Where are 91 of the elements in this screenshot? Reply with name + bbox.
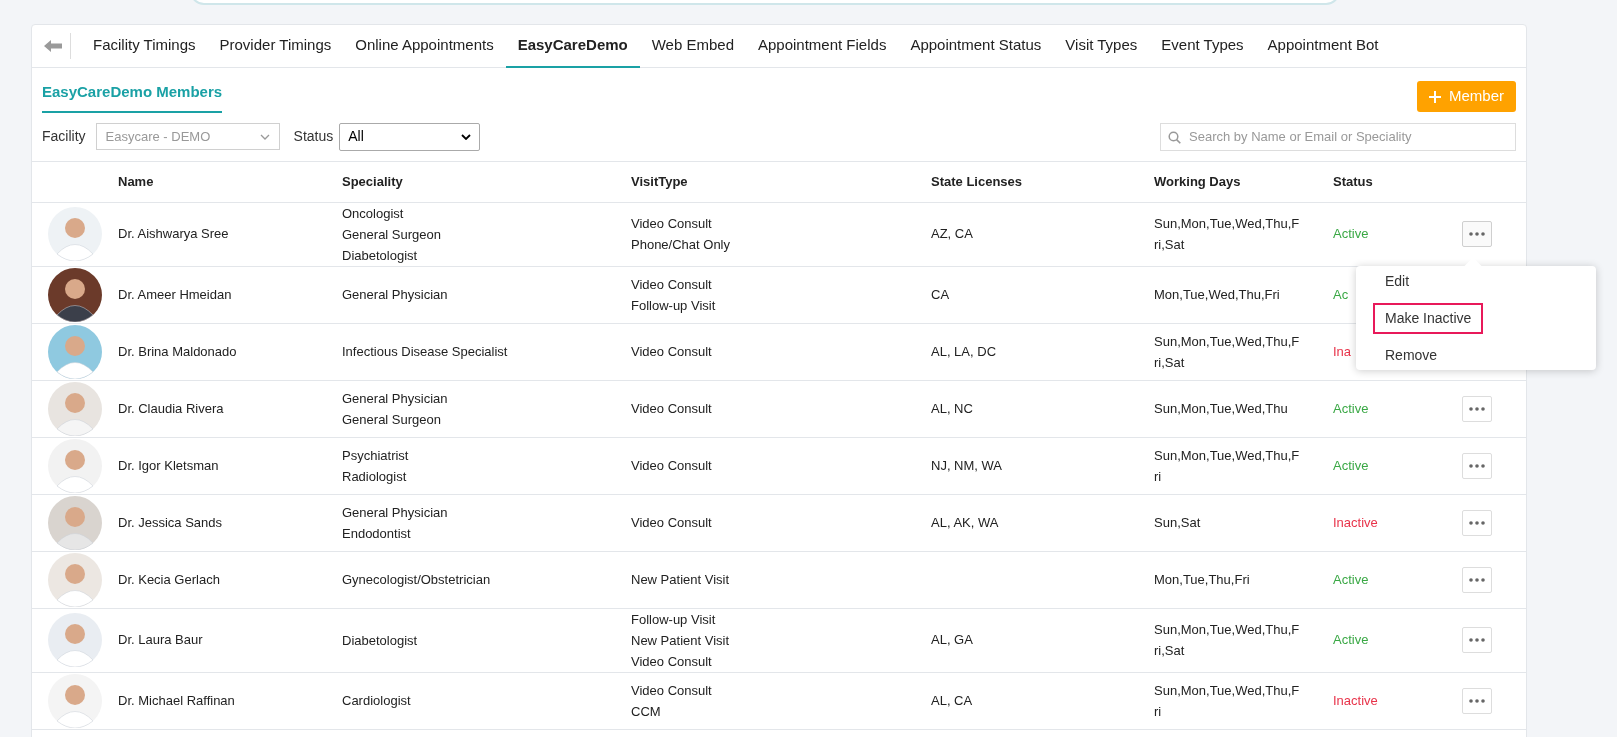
visit-type-text: Follow-up Visit bbox=[631, 610, 716, 629]
status-text: Active bbox=[1333, 399, 1369, 418]
working-days-text: Sun,Mon,Tue,Wed,Thu,F bbox=[1154, 621, 1300, 639]
visit-type-text: New Patient Visit bbox=[631, 631, 730, 650]
working-days-text: ri,Sat bbox=[1154, 353, 1185, 372]
tab[interactable]: Appointment Status bbox=[898, 24, 1054, 68]
visit-type-text: Video Consult bbox=[631, 343, 712, 361]
menu-item[interactable]: Make Inactive bbox=[1373, 302, 1484, 334]
tab[interactable]: EasyCareDemo bbox=[505, 24, 640, 68]
name-cell-text: Dr. Igor Kletsman bbox=[118, 456, 219, 475]
speciality-text: Endodontist bbox=[342, 524, 411, 543]
name-cell-text: Dr. Aishwarya Sree bbox=[118, 225, 229, 244]
licenses-cell-text: AL, AK, WA bbox=[931, 513, 999, 532]
tab[interactable]: Visit Types bbox=[1053, 24, 1150, 68]
visit-type-text: Video Consult bbox=[631, 400, 712, 418]
tab[interactable]: Appointment Bot bbox=[1255, 24, 1391, 68]
working-days-text: Sun,Mon,Tue,Wed,Thu,F bbox=[1154, 332, 1300, 351]
speciality-text: Diabetologist bbox=[342, 246, 418, 265]
tab[interactable]: Online Appointments bbox=[343, 24, 506, 68]
status-label: Status bbox=[293, 127, 334, 146]
visit-type-text: Video Consult bbox=[631, 514, 712, 532]
working-days-text: Sun,Mon,Tue,Wed,Thu,F bbox=[1154, 681, 1300, 700]
visit-type-text: Video Consult bbox=[631, 681, 712, 700]
licenses-cell-text: AL, LA, DC bbox=[931, 342, 997, 361]
column-header: VisitType bbox=[631, 172, 688, 191]
name-cell-text: Dr. Claudia Rivera bbox=[118, 399, 224, 418]
search-field[interactable]: Search by Name or Email or Speciality bbox=[1160, 122, 1516, 151]
column-header: Name bbox=[118, 172, 154, 191]
speciality-text: Cardiologist bbox=[342, 692, 411, 710]
column-header: State Licenses bbox=[931, 172, 1023, 191]
working-days-text: ri,Sat bbox=[1154, 236, 1185, 254]
name-cell-text: Dr. Laura Baur bbox=[118, 631, 203, 650]
speciality-text: General Physician bbox=[342, 286, 448, 304]
visit-type-text: Video Consult bbox=[631, 275, 712, 294]
menu-item[interactable]: Remove bbox=[1373, 339, 1450, 371]
working-days-text: Mon,Tue,Wed,Thu,Fri bbox=[1154, 286, 1280, 304]
tab[interactable]: Provider Timings bbox=[207, 24, 344, 68]
facility-label: Facility bbox=[42, 127, 86, 146]
working-days-text: ri bbox=[1154, 702, 1162, 721]
name-cell-text: Dr. Brina Maldonado bbox=[118, 342, 237, 361]
visit-type-text: CCM bbox=[631, 702, 661, 721]
status-text: Active bbox=[1333, 631, 1369, 650]
speciality-text: Gynecologist/Obstetrician bbox=[342, 571, 491, 589]
visit-type-text: Video Consult bbox=[631, 652, 712, 671]
status-text: Ac bbox=[1333, 285, 1349, 304]
tab[interactable]: Facility Timings bbox=[81, 24, 208, 68]
working-days-text: Sun,Mon,Tue,Wed,Thu,F bbox=[1154, 446, 1300, 465]
status-text: Ina bbox=[1333, 342, 1352, 361]
working-days-text: Sun,Sat bbox=[1154, 514, 1201, 532]
name-cell-text: Dr. Michael Raffinan bbox=[118, 691, 235, 710]
visit-type-text: Video Consult bbox=[631, 457, 712, 475]
menu-item[interactable]: Edit bbox=[1373, 265, 1422, 297]
speciality-text: Psychiatrist bbox=[342, 446, 409, 465]
licenses-cell-text: CA bbox=[931, 285, 950, 304]
status-text: Inactive bbox=[1333, 513, 1378, 532]
visit-type-text: Follow-up Visit bbox=[631, 296, 716, 315]
column-header: Speciality bbox=[342, 172, 403, 191]
status-text: Active bbox=[1333, 456, 1369, 475]
licenses-cell-text: AL, GA bbox=[931, 631, 973, 650]
visit-type-text: Video Consult bbox=[631, 215, 712, 233]
status-select[interactable]: All bbox=[339, 122, 481, 151]
column-header: Working Days bbox=[1154, 172, 1241, 191]
status-text: Active bbox=[1333, 570, 1369, 589]
tab[interactable]: Event Types bbox=[1149, 24, 1256, 68]
tab[interactable]: Web Embed bbox=[639, 24, 746, 68]
status-text: Active bbox=[1333, 225, 1369, 244]
working-days-text: Mon,Tue,Thu,Fri bbox=[1154, 571, 1250, 589]
name-cell-text: Dr. Kecia Gerlach bbox=[118, 570, 220, 589]
speciality-text: Infectious Disease Specialist bbox=[342, 343, 508, 361]
name-cell-text: Dr. Jessica Sands bbox=[118, 513, 223, 532]
name-cell-text: Dr. Ameer Hmeidan bbox=[118, 285, 232, 304]
working-days-text: Sun,Mon,Tue,Wed,Thu bbox=[1154, 400, 1288, 418]
working-days-text: Sun,Mon,Tue,Wed,Thu,F bbox=[1154, 215, 1300, 233]
speciality-text: Diabetologist bbox=[342, 631, 418, 650]
speciality-text: General Physician bbox=[342, 503, 448, 522]
speciality-text: General Surgeon bbox=[342, 225, 441, 244]
visit-type-text: Phone/Chat Only bbox=[631, 236, 730, 254]
licenses-cell-text: AL, NC bbox=[931, 399, 973, 418]
working-days-text: ri bbox=[1154, 467, 1162, 486]
licenses-cell-text: NJ, NM, WA bbox=[931, 456, 1002, 475]
licenses-cell-text: AZ, CA bbox=[931, 225, 973, 244]
speciality-text: Radiologist bbox=[342, 467, 407, 486]
licenses-cell-text: AL, CA bbox=[931, 691, 973, 710]
speciality-text: Oncologist bbox=[342, 204, 404, 223]
status-text: Inactive bbox=[1333, 691, 1378, 710]
column-header: Status bbox=[1333, 172, 1373, 191]
speciality-text: General Surgeon bbox=[342, 410, 441, 429]
speciality-text: General Physician bbox=[342, 389, 448, 408]
working-days-text: ri,Sat bbox=[1154, 642, 1185, 660]
visit-type-text: New Patient Visit bbox=[631, 571, 730, 589]
tab[interactable]: Appointment Fields bbox=[746, 24, 899, 68]
